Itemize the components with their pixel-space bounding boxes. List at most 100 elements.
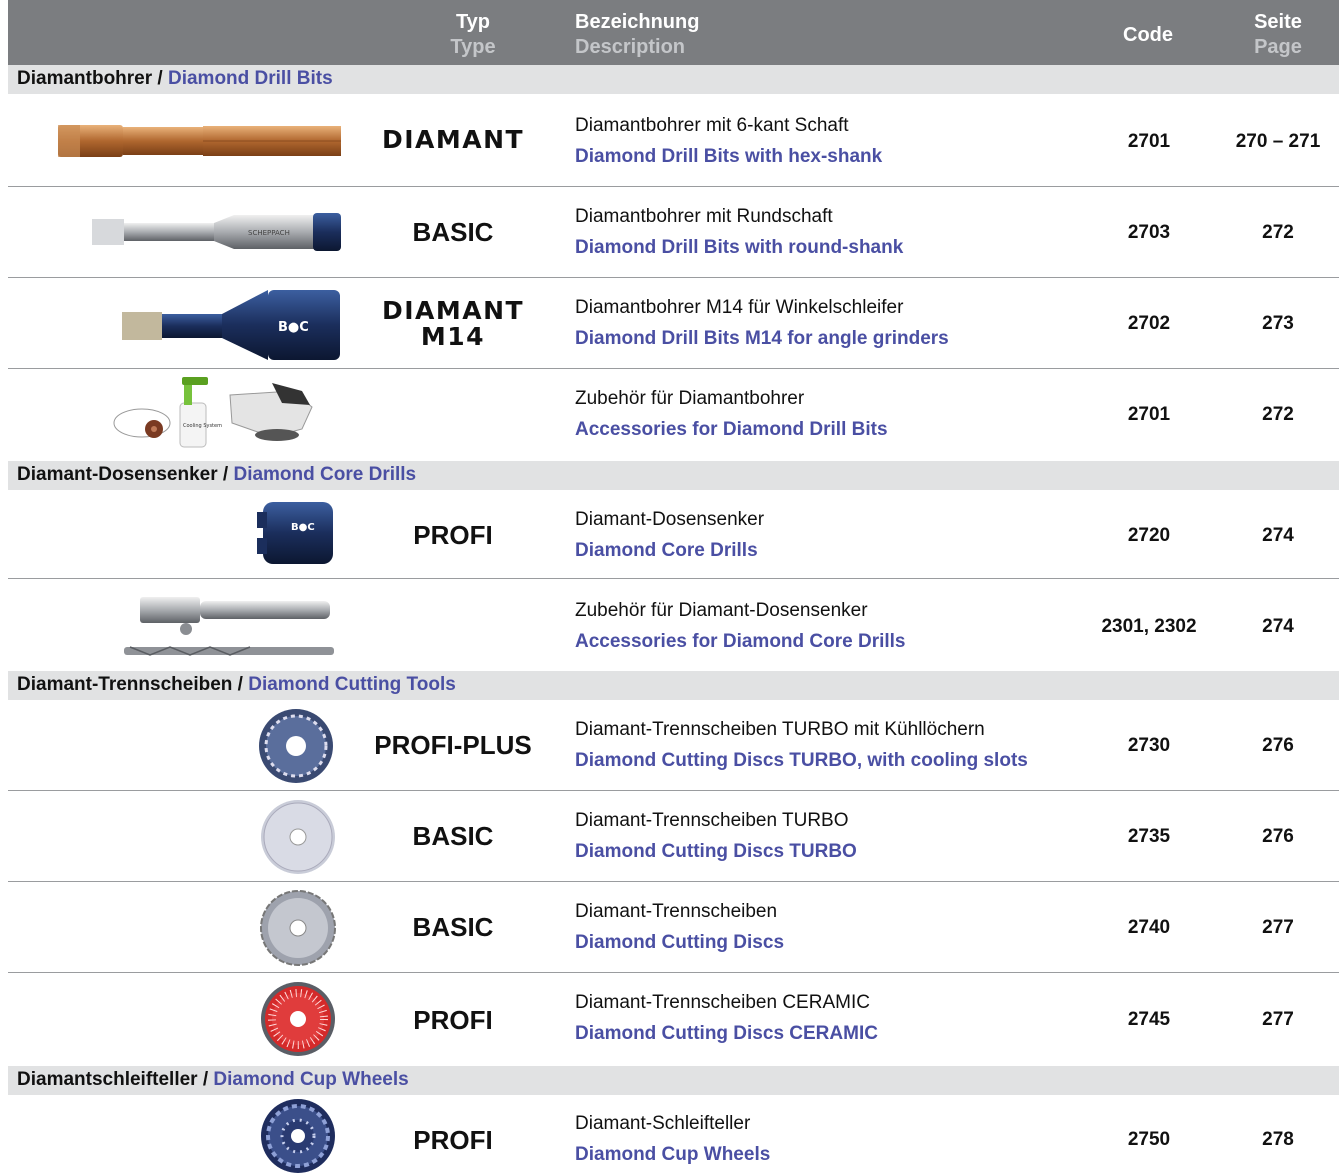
product-description: Diamant-Trennscheiben CERAMIC Diamond Cu… (575, 987, 878, 1049)
product-type: PROFI (413, 520, 493, 550)
product-page: 274 (1262, 525, 1294, 546)
turbo-disc-cooling-image (259, 709, 333, 783)
core-drill-image: B●C (257, 502, 333, 564)
ceramic-disc-image (261, 982, 335, 1056)
core-drill-brand-text: B●C (291, 522, 315, 533)
header-page-en: Page (1254, 36, 1302, 58)
product-row: PROFI-PLUS Diamant-Trennscheiben TURBO m… (8, 700, 1339, 791)
product-row: PROFI Diamant-Schleifteller Diamond Cup … (8, 1095, 1339, 1176)
product-type: BASIC (412, 217, 494, 247)
section-title: Diamantbohrer / Diamond Drill Bits (17, 68, 333, 90)
product-page: 276 (1262, 735, 1294, 756)
product-desc-de: Zubehör für Diamantbohrer (575, 388, 805, 409)
product-desc-en: Accessories for Diamond Drill Bits (575, 419, 888, 440)
product-row: PROFI Diamant-Trennscheiben CERAMIC Diam… (8, 973, 1339, 1066)
section-diamond-core-drills: Diamant-Dosensenker / Diamond Core Drill… (8, 461, 1339, 490)
product-page: 277 (1262, 1009, 1294, 1030)
cooling-system-label: Cooling System (183, 423, 222, 429)
header-code: Code (1123, 24, 1173, 46)
product-page: 272 (1262, 404, 1294, 425)
header-type-de: Typ (455, 11, 491, 33)
product-type: BASIC (412, 821, 494, 851)
product-code: 2730 (1127, 735, 1171, 756)
product-page: 272 (1262, 222, 1294, 243)
header-type-en: Type (450, 36, 496, 58)
cup-wheel-image (261, 1099, 335, 1173)
product-description: Zubehör für Diamant-Dosensenker Accessor… (575, 595, 906, 657)
section-title-en: Diamond Drill Bits (167, 68, 333, 89)
product-desc-de: Diamantbohrer mit 6-kant Schaft (575, 115, 849, 136)
product-desc-en: Diamond Drill Bits with round-shank (575, 237, 904, 258)
header-desc-en: Description (575, 36, 686, 58)
product-desc-en: Accessories for Diamond Core Drills (575, 631, 906, 652)
section-title: Diamant-Trennscheiben / Diamond Cutting … (17, 674, 456, 696)
product-description: Zubehör für Diamantbohrer Accessories fo… (575, 383, 888, 445)
section-title-en: Diamond Core Drills (233, 464, 417, 485)
header-page-de: Seite (1254, 11, 1302, 33)
product-code: 2735 (1127, 826, 1171, 847)
drill-bit-brand-text: B●C (278, 320, 309, 335)
product-code: 2301, 2302 (1101, 616, 1197, 637)
product-desc-de: Diamantbohrer M14 für Winkelschleifer (575, 297, 904, 318)
product-code: 2720 (1127, 525, 1171, 546)
product-desc-en: Diamond Cutting Discs TURBO, with coolin… (575, 750, 1028, 771)
product-row: Cooling System Zubehör für Diamantbohrer… (8, 369, 1339, 463)
header-page: Seite Page (1238, 10, 1318, 60)
product-desc-de: Diamant-Dosensenker (575, 509, 765, 530)
product-desc-en: Diamond Cutting Discs CERAMIC (575, 1023, 878, 1044)
table-header: Typ Type Bezeichnung Description Code Se… (8, 0, 1339, 66)
header-type: Typ Type (428, 10, 518, 60)
product-desc-en: Diamond Drill Bits with hex-shank (575, 146, 883, 167)
product-description: Diamant-Trennscheiben TURBO Diamond Cutt… (575, 805, 857, 867)
product-page: 270 – 271 (1235, 131, 1321, 152)
product-desc-en: Diamond Drill Bits M14 for angle grinder… (575, 328, 949, 349)
product-description: Diamantbohrer mit Rundschaft Diamond Dri… (575, 201, 903, 263)
drill-bit-brand-text: SCHEPPACH (248, 229, 290, 237)
product-row: BASIC Diamant-Trennscheiben TURBO Diamon… (8, 791, 1339, 882)
product-desc-de: Diamant-Trennscheiben TURBO mit Kühllöch… (575, 719, 985, 740)
header-description: Bezeichnung Description (575, 10, 699, 60)
segmented-disc-image (260, 890, 336, 966)
section-title-en: Diamond Cup Wheels (213, 1069, 409, 1090)
cooling-accessories-image: Cooling System (113, 377, 313, 448)
section-title-de: Diamant-Dosensenker / (17, 464, 234, 485)
product-page: 274 (1262, 616, 1294, 637)
product-desc-de: Diamant-Trennscheiben CERAMIC (575, 992, 870, 1013)
product-row: B●C DIAMANT M14 Diamantbohrer M14 für Wi… (8, 278, 1339, 369)
section-title-en: Diamond Cutting Tools (248, 674, 456, 695)
section-diamond-cup-wheels: Diamantschleifteller / Diamond Cup Wheel… (8, 1066, 1339, 1095)
product-page: 278 (1262, 1129, 1294, 1150)
product-row: B●C PROFI Diamant-Dosensenker Diamond Co… (8, 490, 1339, 579)
product-type: DIAMANT (381, 125, 525, 154)
product-desc-de: Diamant-Trennscheiben (575, 901, 778, 922)
header-desc-de: Bezeichnung (575, 11, 700, 33)
product-page: 273 (1262, 313, 1294, 334)
product-code: 2701 (1127, 131, 1171, 152)
product-row: BASIC Diamant-Trennscheiben Diamond Cutt… (8, 882, 1339, 973)
product-type: PROFI (413, 1125, 493, 1155)
section-title: Diamantschleifteller / Diamond Cup Wheel… (17, 1069, 409, 1091)
product-type: PROFI-PLUS (374, 730, 532, 760)
section-title: Diamant-Dosensenker / Diamond Core Drill… (17, 464, 416, 486)
product-row: Zubehör für Diamant-Dosensenker Accessor… (8, 579, 1339, 671)
product-desc-en: Diamond Cup Wheels (575, 1144, 771, 1165)
m14-drill-bit-image: B●C (122, 290, 340, 360)
section-title-de: Diamant-Trennscheiben / (17, 674, 249, 695)
product-desc-en: Diamond Cutting Discs (575, 932, 785, 953)
product-page: 276 (1262, 826, 1294, 847)
product-type-line1: DIAMANT (381, 296, 525, 325)
product-desc-en: Diamond Cutting Discs TURBO (575, 841, 857, 862)
product-description: Diamant-Trennscheiben Diamond Cutting Di… (575, 896, 784, 958)
product-description: Diamantbohrer mit 6-kant Schaft Diamond … (575, 110, 882, 172)
product-desc-en: Diamond Core Drills (575, 540, 758, 561)
product-desc-de: Diamant-Schleifteller (575, 1113, 751, 1134)
section-title-de: Diamantschleifteller / (17, 1069, 214, 1090)
section-title-de: Diamantbohrer / (17, 68, 168, 89)
product-type-line2: M14 (420, 322, 486, 351)
product-desc-de: Diamant-Trennscheiben TURBO (575, 810, 849, 831)
product-code: 2702 (1127, 313, 1171, 334)
product-description: Diamant-Dosensenker Diamond Core Drills (575, 504, 764, 566)
round-shank-drill-bit-image: SCHEPPACH (92, 213, 341, 251)
hex-shank-drill-bit-image (58, 125, 341, 157)
product-code: 2750 (1127, 1129, 1171, 1150)
